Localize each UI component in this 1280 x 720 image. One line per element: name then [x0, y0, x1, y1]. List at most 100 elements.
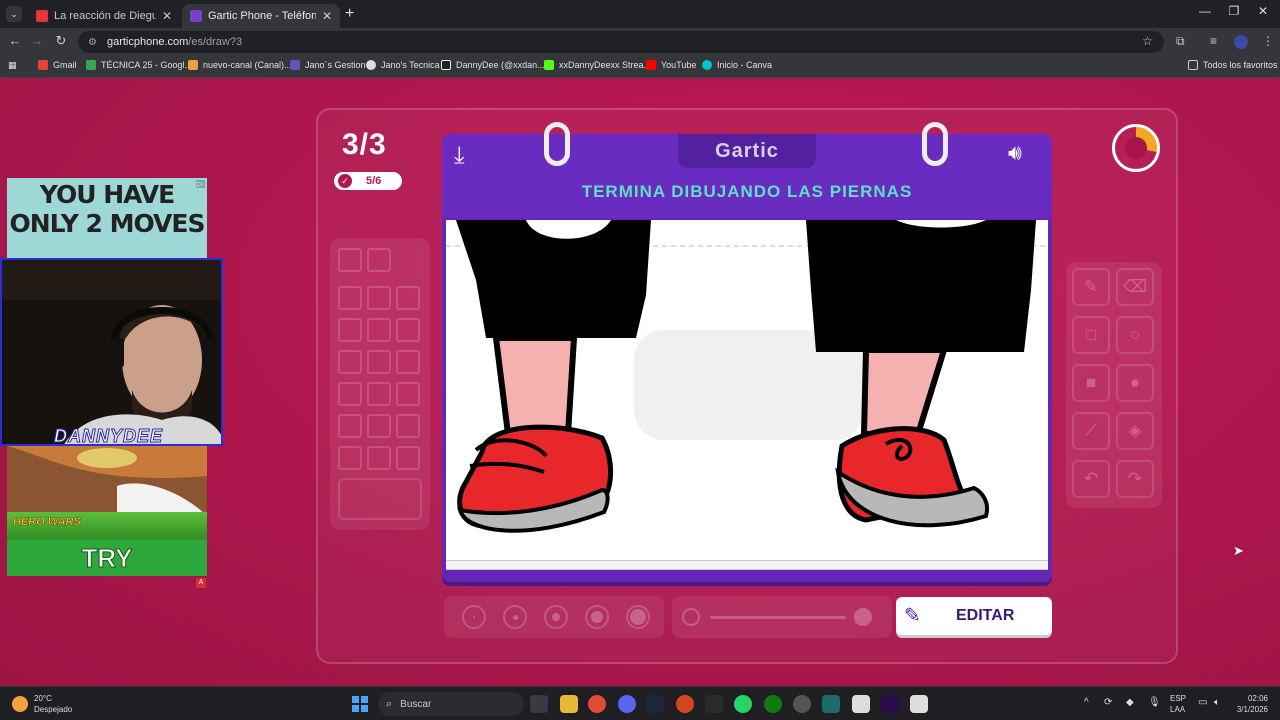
bookmark-tiktok[interactable]: DannyDee (@xxdan...	[441, 60, 545, 70]
language-indicator[interactable]: ESP LAA	[1170, 693, 1186, 715]
eraser-tool-icon[interactable]: ⌫	[1116, 268, 1154, 306]
tab-search-button[interactable]: ⌄	[6, 6, 22, 22]
chrome-icon[interactable]	[588, 695, 606, 713]
all-bookmarks-folder[interactable]: Todos los favoritos	[1188, 60, 1278, 70]
minimize-icon[interactable]: —	[1190, 4, 1220, 18]
tab-gartic[interactable]: Gartic Phone - Teléfono Descon ✕	[182, 4, 340, 28]
palette-swatch[interactable]	[396, 382, 420, 406]
back-icon[interactable]: ←	[6, 33, 24, 48]
close-tab-icon[interactable]: ✕	[162, 9, 172, 23]
tray-sync-icon[interactable]: ⟳	[1104, 697, 1112, 708]
palette-swatch[interactable]	[396, 446, 420, 470]
tray-overflow-icon[interactable]: ^	[1084, 697, 1089, 708]
bookmark-nuevo-canal[interactable]: nuevo-canal (Canal)...	[188, 60, 292, 70]
palette-swatch[interactable]	[367, 318, 391, 342]
app-icon[interactable]	[822, 695, 840, 713]
close-window-icon[interactable]: ✕	[1248, 4, 1278, 18]
brush-size-option[interactable]	[462, 605, 486, 629]
palette-swatch[interactable]	[396, 318, 420, 342]
undo-icon[interactable]: ↶	[1072, 460, 1110, 498]
palette-swatch[interactable]	[396, 286, 420, 310]
palette-swatch[interactable]	[367, 382, 391, 406]
bookmark-tecnica[interactable]: TÉCNICA 25 - Googl...	[86, 60, 192, 70]
brush-size-option[interactable]	[503, 605, 527, 629]
bookmark-canva[interactable]: Inicio - Canva	[702, 60, 772, 70]
premiere-icon[interactable]	[881, 695, 899, 713]
palette-swatch[interactable]	[338, 446, 362, 470]
palette-swatch[interactable]	[338, 350, 362, 374]
steam-icon[interactable]	[646, 695, 664, 713]
ea-app-icon[interactable]	[676, 695, 694, 713]
filled-ellipse-tool-icon[interactable]: ●	[1116, 364, 1154, 402]
palette-swatch[interactable]	[367, 350, 391, 374]
ellipse-tool-icon[interactable]: ○	[1116, 316, 1154, 354]
bookmark-youtube[interactable]: YouTube	[646, 60, 696, 70]
bookmark-gmail[interactable]: Gmail	[38, 60, 77, 70]
pencil-tool-icon[interactable]: ✎	[1072, 268, 1110, 306]
tray-app-icon[interactable]: ◆	[1126, 697, 1134, 708]
drawing-canvas[interactable]	[446, 220, 1048, 566]
bookmark-janos-tecnica[interactable]: Jano's Tecnica	[366, 60, 440, 70]
palette-swatch[interactable]	[338, 382, 362, 406]
palette-swatch[interactable]	[367, 248, 391, 272]
palette-swatch[interactable]	[396, 414, 420, 438]
extensions-icon[interactable]: ⧉	[1176, 34, 1185, 49]
palette-swatch[interactable]	[338, 286, 362, 310]
edit-button[interactable]: ✎ EDITAR	[896, 597, 1052, 635]
palette-swatch[interactable]	[338, 414, 362, 438]
capcut-second-icon[interactable]	[910, 695, 928, 713]
volume-icon[interactable]: 🔈︎	[1214, 697, 1220, 708]
media-controls-icon[interactable]: ≡	[1210, 34, 1217, 48]
palette-swatch[interactable]	[338, 318, 362, 342]
ad-choices-icon[interactable]: ▷	[195, 180, 205, 188]
microphone-icon[interactable]: 🎙︎	[1148, 697, 1161, 708]
close-tab-icon[interactable]: ✕	[322, 9, 332, 23]
taskbar-search[interactable]: ⌕ Buscar	[378, 692, 524, 716]
reload-icon[interactable]: ↻	[52, 33, 70, 49]
address-bar[interactable]: ⚙ garticphone.com/es/draw?3	[78, 31, 1164, 53]
brush-size-option[interactable]	[585, 605, 609, 629]
menu-icon[interactable]: ⋮	[1262, 34, 1274, 48]
ad-banner-top[interactable]: YOU HAVE ONLY 2 MOVES ▷	[7, 178, 207, 260]
file-explorer-icon[interactable]	[560, 695, 578, 713]
speaker-icon[interactable]: 🔊︎	[1008, 140, 1022, 166]
opacity-track[interactable]	[710, 616, 846, 619]
filled-rectangle-tool-icon[interactable]: ■	[1072, 364, 1110, 402]
download-icon[interactable]: ⤓	[454, 142, 465, 170]
whatsapp-icon[interactable]	[734, 695, 752, 713]
palette-swatch[interactable]	[367, 446, 391, 470]
apps-grid-icon[interactable]: ▦	[8, 60, 17, 71]
task-view-icon[interactable]	[530, 695, 548, 713]
weather-widget[interactable]: 20°C Despejado	[12, 693, 72, 715]
custom-color-slot[interactable]	[338, 478, 422, 520]
palette-swatch[interactable]	[396, 350, 420, 374]
site-info-icon[interactable]: ⚙	[88, 37, 97, 48]
opacity-slider[interactable]	[672, 596, 892, 638]
network-icon[interactable]: ▭	[1198, 697, 1207, 708]
obs-icon[interactable]	[793, 695, 811, 713]
ad-banner-bottom[interactable]: HERO WARS TRY	[7, 446, 207, 576]
bookmark-star-icon[interactable]: ☆	[1142, 34, 1153, 48]
capcut-icon[interactable]	[852, 695, 870, 713]
profile-avatar[interactable]	[1234, 35, 1248, 49]
brush-size-option[interactable]	[544, 605, 568, 629]
line-tool-icon[interactable]: ⟋	[1072, 412, 1110, 450]
new-tab-button[interactable]: +	[345, 5, 354, 23]
palette-swatch[interactable]	[367, 414, 391, 438]
redo-icon[interactable]: ↷	[1116, 460, 1154, 498]
bookmark-kick[interactable]: xxDannyDeexx Strea...	[544, 60, 651, 70]
fill-bucket-tool-icon[interactable]: ◈	[1116, 412, 1154, 450]
tab-dieguito[interactable]: La reacción de Dieguito Ferna ✕	[28, 4, 180, 28]
rectangle-tool-icon[interactable]: □	[1072, 316, 1110, 354]
forward-icon[interactable]: →	[28, 33, 46, 48]
taskbar-clock[interactable]: 02:06 3/1/2026	[1232, 693, 1268, 715]
brush-size-option[interactable]	[626, 605, 650, 629]
palette-swatch[interactable]	[338, 248, 362, 272]
palette-swatch[interactable]	[367, 286, 391, 310]
windows-start-icon[interactable]	[352, 696, 368, 712]
xbox-icon[interactable]	[764, 695, 782, 713]
ad-try-button[interactable]: TRY	[7, 540, 207, 576]
discord-icon[interactable]	[618, 695, 636, 713]
restore-icon[interactable]: ❐	[1219, 4, 1249, 18]
bookmark-janos-gestion[interactable]: Jano´s Gestion	[290, 60, 366, 70]
